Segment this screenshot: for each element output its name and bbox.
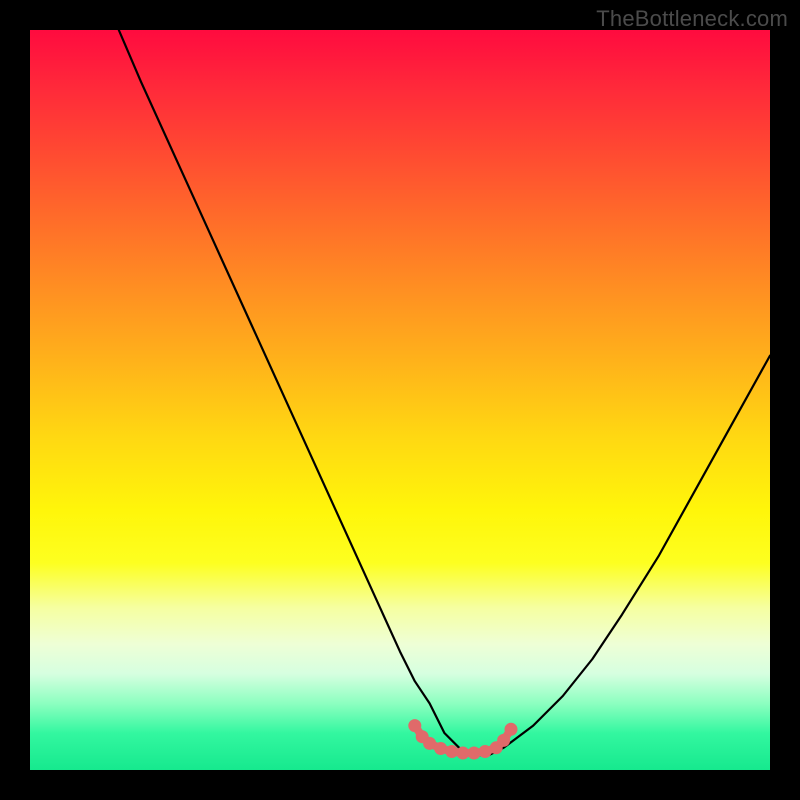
marker-dot [497,734,510,747]
marker-dot [423,737,436,750]
marker-dot [479,745,492,758]
marker-dot [468,746,481,759]
marker-dot [456,746,469,759]
chart-svg [30,30,770,770]
chart-frame: TheBottleneck.com [0,0,800,800]
marker-dot [408,719,421,732]
watermark-text: TheBottleneck.com [596,6,788,32]
marker-dot [434,742,447,755]
bottleneck-curve [119,30,770,755]
plot-area [30,30,770,770]
marker-dot [505,723,518,736]
optimal-range-marker-dots [408,719,517,759]
marker-dot [445,745,458,758]
